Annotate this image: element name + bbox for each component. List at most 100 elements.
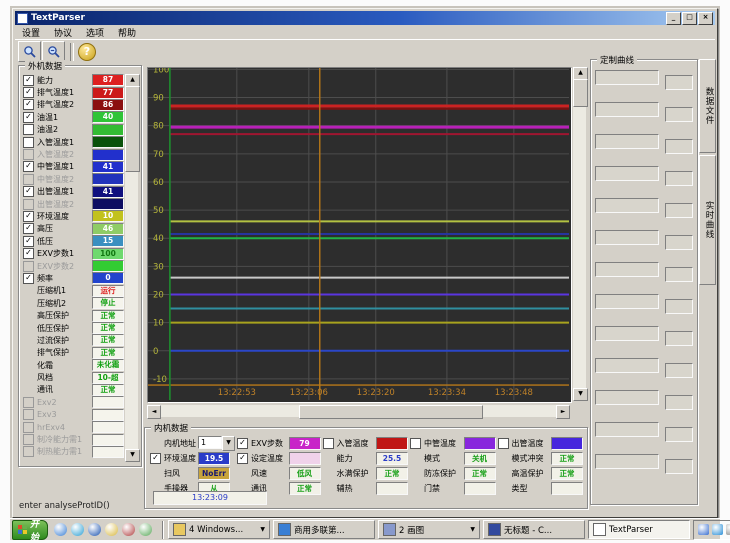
taskbar-task-button[interactable]: TextParser [588, 520, 690, 539]
maximize-button[interactable]: □ [682, 12, 697, 25]
checkbox[interactable]: ✓ [237, 438, 248, 449]
checkbox[interactable]: ✓ [23, 236, 34, 247]
checkbox[interactable]: ✓ [23, 223, 34, 234]
curve-name-box[interactable] [595, 262, 659, 277]
curve-value-box[interactable] [665, 107, 693, 122]
folder-icon[interactable] [139, 523, 152, 536]
scroll-left-icon[interactable]: ◄ [147, 405, 161, 419]
curve-value-box[interactable] [665, 267, 693, 282]
shield-icon[interactable] [122, 523, 135, 536]
ie-icon[interactable] [54, 523, 67, 536]
curve-value-box[interactable] [665, 299, 693, 314]
curve-name-box[interactable] [595, 134, 659, 149]
taskbar-task-button[interactable]: 商用多联第... [273, 520, 375, 539]
sidebar-item-value: 15 [92, 235, 124, 247]
checkbox[interactable] [23, 137, 34, 148]
taskbar-task-button[interactable]: 2 画图▼ [378, 520, 480, 539]
curve-name-box[interactable] [595, 230, 659, 245]
scroll-down-icon[interactable]: ▼ [125, 449, 140, 462]
checkbox[interactable]: ✓ [150, 453, 161, 464]
indoor-cell [376, 437, 408, 450]
checkbox[interactable]: ✓ [23, 75, 34, 86]
y-tick-label: -10 [153, 375, 167, 385]
curve-value-box[interactable] [665, 395, 693, 410]
sidebar-scrollbar[interactable]: ▲ ▼ [125, 74, 138, 462]
taskbar-task-button[interactable]: 4 Windows...▼ [168, 520, 270, 539]
checkbox[interactable] [410, 438, 421, 449]
checkbox[interactable]: ✓ [23, 99, 34, 110]
curve-name-box[interactable] [595, 102, 659, 117]
checkbox[interactable] [498, 438, 509, 449]
curve-name-box[interactable] [595, 70, 659, 85]
curve-value-box[interactable] [665, 331, 693, 346]
checkbox[interactable]: ✓ [23, 112, 34, 123]
close-button[interactable]: × [698, 12, 713, 25]
checkbox[interactable]: ✓ [23, 87, 34, 98]
checkbox[interactable]: ✓ [23, 273, 34, 284]
curve-value-box[interactable] [665, 75, 693, 90]
sidebar-row: 入管温度2 [23, 148, 124, 160]
tab-data-file[interactable]: 数据文件 [699, 59, 716, 153]
start-button[interactable]: 开始 [12, 520, 48, 540]
checkbox[interactable] [323, 438, 334, 449]
menu-help[interactable]: 帮助 [111, 25, 143, 40]
minimize-button[interactable]: _ [666, 12, 681, 25]
sidebar-row: 低压保护正常 [23, 322, 124, 334]
indoor-label: 模式 [424, 453, 440, 464]
curve-name-box[interactable] [595, 358, 659, 373]
update-icon[interactable] [712, 524, 723, 535]
checkbox[interactable]: ✓ [23, 248, 34, 259]
help-button[interactable]: ? [78, 43, 96, 61]
chevron-down-icon[interactable]: ▼ [222, 436, 235, 451]
tab-realtime-curve-label: 实时曲线 [704, 201, 714, 239]
curve-name-box[interactable] [595, 326, 659, 341]
chart-hscroll-thumb[interactable] [299, 405, 483, 419]
curve-value-box[interactable] [665, 139, 693, 154]
checkbox[interactable]: ✓ [23, 186, 34, 197]
curve-value-box[interactable] [665, 235, 693, 250]
chevron-down-icon[interactable]: ▼ [260, 526, 265, 533]
indoor-cell: 模式冲突 [498, 452, 550, 465]
checkbox[interactable]: ✓ [237, 453, 248, 464]
msn-icon[interactable] [88, 523, 101, 536]
curve-name-box[interactable] [595, 454, 659, 469]
scroll-down-icon[interactable]: ▼ [573, 388, 588, 401]
curve-name-box[interactable] [595, 390, 659, 405]
tray-icons [698, 524, 730, 535]
checkbox[interactable]: ✓ [23, 161, 34, 172]
indoor-cell: ✓EXV步数 [237, 437, 287, 450]
menu-options[interactable]: 选项 [79, 25, 111, 40]
scroll-right-icon[interactable]: ► [556, 405, 570, 419]
volume-icon[interactable] [726, 524, 730, 535]
tab-realtime-curve[interactable]: 实时曲线 [699, 155, 716, 285]
zoom-out-button[interactable] [42, 41, 65, 62]
menu-bar: 设置 协议 选项 帮助 [15, 26, 715, 39]
sidebar-item-label: Exv2 [37, 398, 92, 407]
checkbox[interactable]: ✓ [23, 211, 34, 222]
curve-name-box[interactable] [595, 294, 659, 309]
outlook-icon[interactable] [105, 523, 118, 536]
checkbox[interactable] [23, 124, 34, 135]
network-icon[interactable] [698, 524, 709, 535]
curve-value-box[interactable] [665, 459, 693, 474]
curve-name-box[interactable] [595, 422, 659, 437]
media-player-icon[interactable] [71, 523, 84, 536]
chart-vertical-scrollbar[interactable]: ▲ ▼ [573, 67, 586, 401]
indoor-value: 19.5 [198, 452, 230, 465]
curve-value-box[interactable] [665, 171, 693, 186]
taskbar-task-button[interactable]: 无标题 - C... [483, 520, 585, 539]
curve-name-box[interactable] [595, 166, 659, 181]
chart-vscroll-thumb[interactable] [573, 79, 588, 107]
curve-name-box[interactable] [595, 198, 659, 213]
menu-settings[interactable]: 设置 [15, 25, 47, 40]
indoor-address-dropdown[interactable]: 1▼ [198, 436, 235, 451]
sidebar-scroll-thumb[interactable] [125, 86, 140, 172]
curve-value-box[interactable] [665, 363, 693, 378]
chart-horizontal-scrollbar[interactable]: ◄ ► [147, 405, 570, 417]
menu-protocol[interactable]: 协议 [47, 25, 79, 40]
zoom-in-button[interactable] [18, 41, 41, 62]
title-bar[interactable]: TextParser _ □ × [15, 11, 715, 25]
curve-value-box[interactable] [665, 203, 693, 218]
chevron-down-icon[interactable]: ▼ [470, 526, 475, 533]
curve-value-box[interactable] [665, 427, 693, 442]
